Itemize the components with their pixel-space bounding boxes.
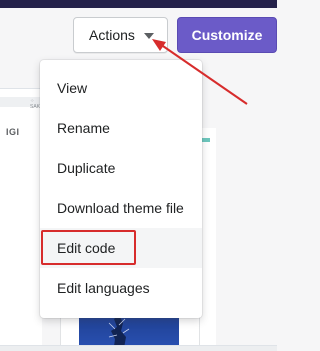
actions-menu: View Rename Duplicate Download theme fil…: [40, 60, 202, 318]
menu-item-view[interactable]: View: [40, 68, 202, 108]
top-strip: [0, 0, 277, 8]
menu-item-duplicate[interactable]: Duplicate: [40, 148, 202, 188]
customize-button[interactable]: Customize: [177, 17, 277, 53]
bottom-bar: [0, 345, 277, 351]
annotation-highlight-box: [41, 230, 136, 265]
theme-preview-card-right: [200, 128, 216, 351]
actions-button-label: Actions: [89, 27, 135, 43]
theme-preview-card: ⁘ SAK IGI: [0, 88, 42, 351]
caret-down-icon: [144, 33, 154, 39]
preview-heading-fragment: IGI: [6, 127, 20, 137]
menu-item-download-theme-file[interactable]: Download theme file: [40, 188, 202, 228]
actions-dropdown-button[interactable]: Actions: [73, 17, 168, 53]
menu-item-rename[interactable]: Rename: [40, 108, 202, 148]
menu-item-edit-languages[interactable]: Edit languages: [40, 268, 202, 308]
